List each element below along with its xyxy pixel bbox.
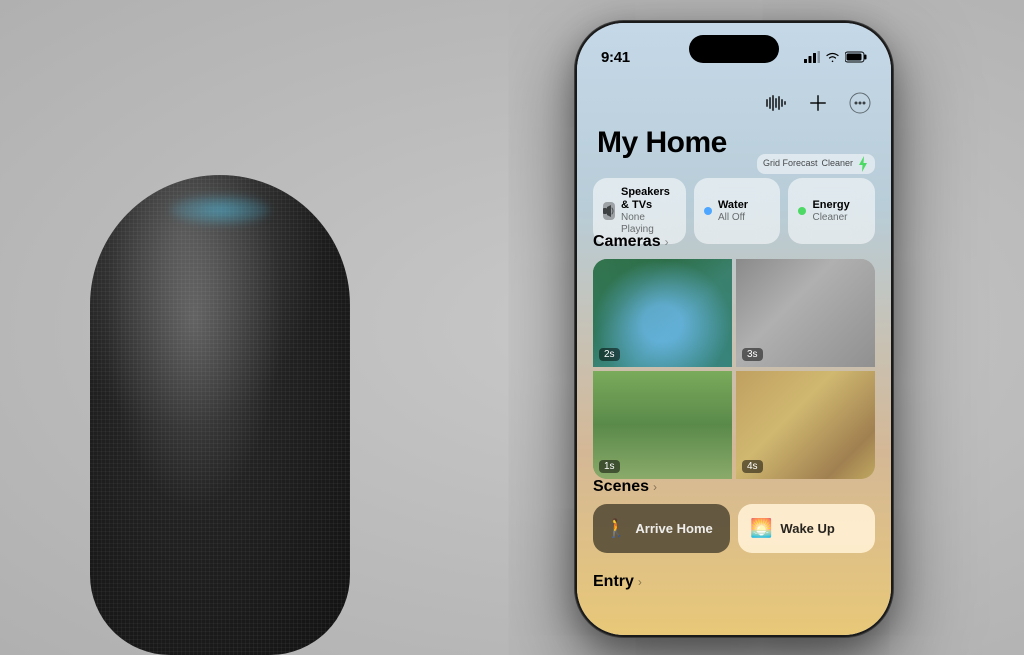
entry-chevron: › (638, 575, 642, 589)
energy-tile-subtitle: Cleaner (812, 212, 849, 224)
status-icons (804, 51, 867, 63)
homepod-device (30, 75, 410, 655)
signal-icon (804, 51, 820, 63)
waveform-button[interactable] (761, 88, 791, 118)
camera-living-timestamp: 4s (742, 460, 763, 473)
scenes-grid: 🚶 Arrive Home 🌅 Wake Up (593, 504, 875, 553)
camera-garden[interactable]: 1s (593, 371, 732, 479)
water-tile-title: Water (718, 199, 748, 212)
arrive-home-icon: 🚶 (605, 518, 627, 539)
wake-up-label: Wake Up (780, 521, 834, 536)
grid-forecast-sublabel: Cleaner (821, 158, 853, 170)
dynamic-island (689, 35, 779, 63)
camera-garden-timestamp: 1s (599, 460, 620, 473)
speaker-icon (603, 202, 615, 220)
header-actions (597, 88, 875, 118)
wake-up-icon: 🌅 (750, 518, 772, 539)
arrive-home-button[interactable]: 🚶 Arrive Home (593, 504, 730, 553)
grid-forecast-label: Grid Forecast (763, 158, 818, 170)
more-button[interactable] (845, 88, 875, 118)
app-header: My Home Grid Forecast Cleaner (597, 88, 875, 160)
wake-up-button[interactable]: 🌅 Wake Up (738, 504, 875, 553)
entry-section: Entry › (593, 573, 875, 591)
cameras-section: Cameras › 2s 3s 1s (593, 233, 875, 479)
wifi-icon (825, 51, 840, 63)
scenes-header[interactable]: Scenes › (593, 478, 875, 496)
arrive-home-label: Arrive Home (635, 521, 712, 536)
water-icon (704, 207, 712, 215)
waveform-icon (766, 95, 786, 111)
speakers-tile-text: Speakers & TVs None Playing (621, 186, 676, 236)
iphone-device: 9:41 (574, 20, 894, 638)
energy-tile-title: Energy (812, 199, 849, 212)
more-icon (849, 92, 871, 114)
cameras-header[interactable]: Cameras › (593, 233, 875, 251)
scenes-title: Scenes (593, 478, 649, 496)
lightning-icon (857, 156, 869, 172)
iphone-screen: 9:41 (577, 23, 891, 635)
water-tile-text: Water All Off (718, 199, 748, 224)
battery-icon (845, 51, 867, 63)
camera-living[interactable]: 4s (736, 371, 875, 479)
homepod-mesh (90, 175, 350, 655)
water-tile-subtitle: All Off (718, 212, 748, 224)
camera-indoor-timestamp: 3s (742, 348, 763, 361)
cameras-title: Cameras (593, 233, 661, 251)
entry-header[interactable]: Entry › (593, 573, 875, 591)
scenes-section: Scenes › 🚶 Arrive Home 🌅 Wake Up (593, 478, 875, 553)
plus-icon (809, 94, 827, 112)
app-content: My Home Grid Forecast Cleaner (577, 78, 891, 635)
camera-pool-timestamp: 2s (599, 348, 620, 361)
status-time: 9:41 (601, 49, 630, 66)
speakers-tile-title: Speakers & TVs (621, 186, 676, 212)
camera-pool[interactable]: 2s (593, 259, 732, 367)
homepod-top-light (170, 195, 270, 225)
entry-title: Entry (593, 573, 634, 591)
energy-icon (798, 207, 806, 215)
energy-tile-text: Energy Cleaner (812, 199, 849, 224)
cameras-grid: 2s 3s 1s 4s (593, 259, 875, 479)
scenes-chevron: › (653, 480, 657, 494)
grid-forecast-badge[interactable]: Grid Forecast Cleaner (757, 154, 875, 174)
camera-indoor[interactable]: 3s (736, 259, 875, 367)
add-button[interactable] (803, 88, 833, 118)
cameras-chevron: › (665, 235, 669, 249)
iphone-frame: 9:41 (574, 20, 894, 638)
